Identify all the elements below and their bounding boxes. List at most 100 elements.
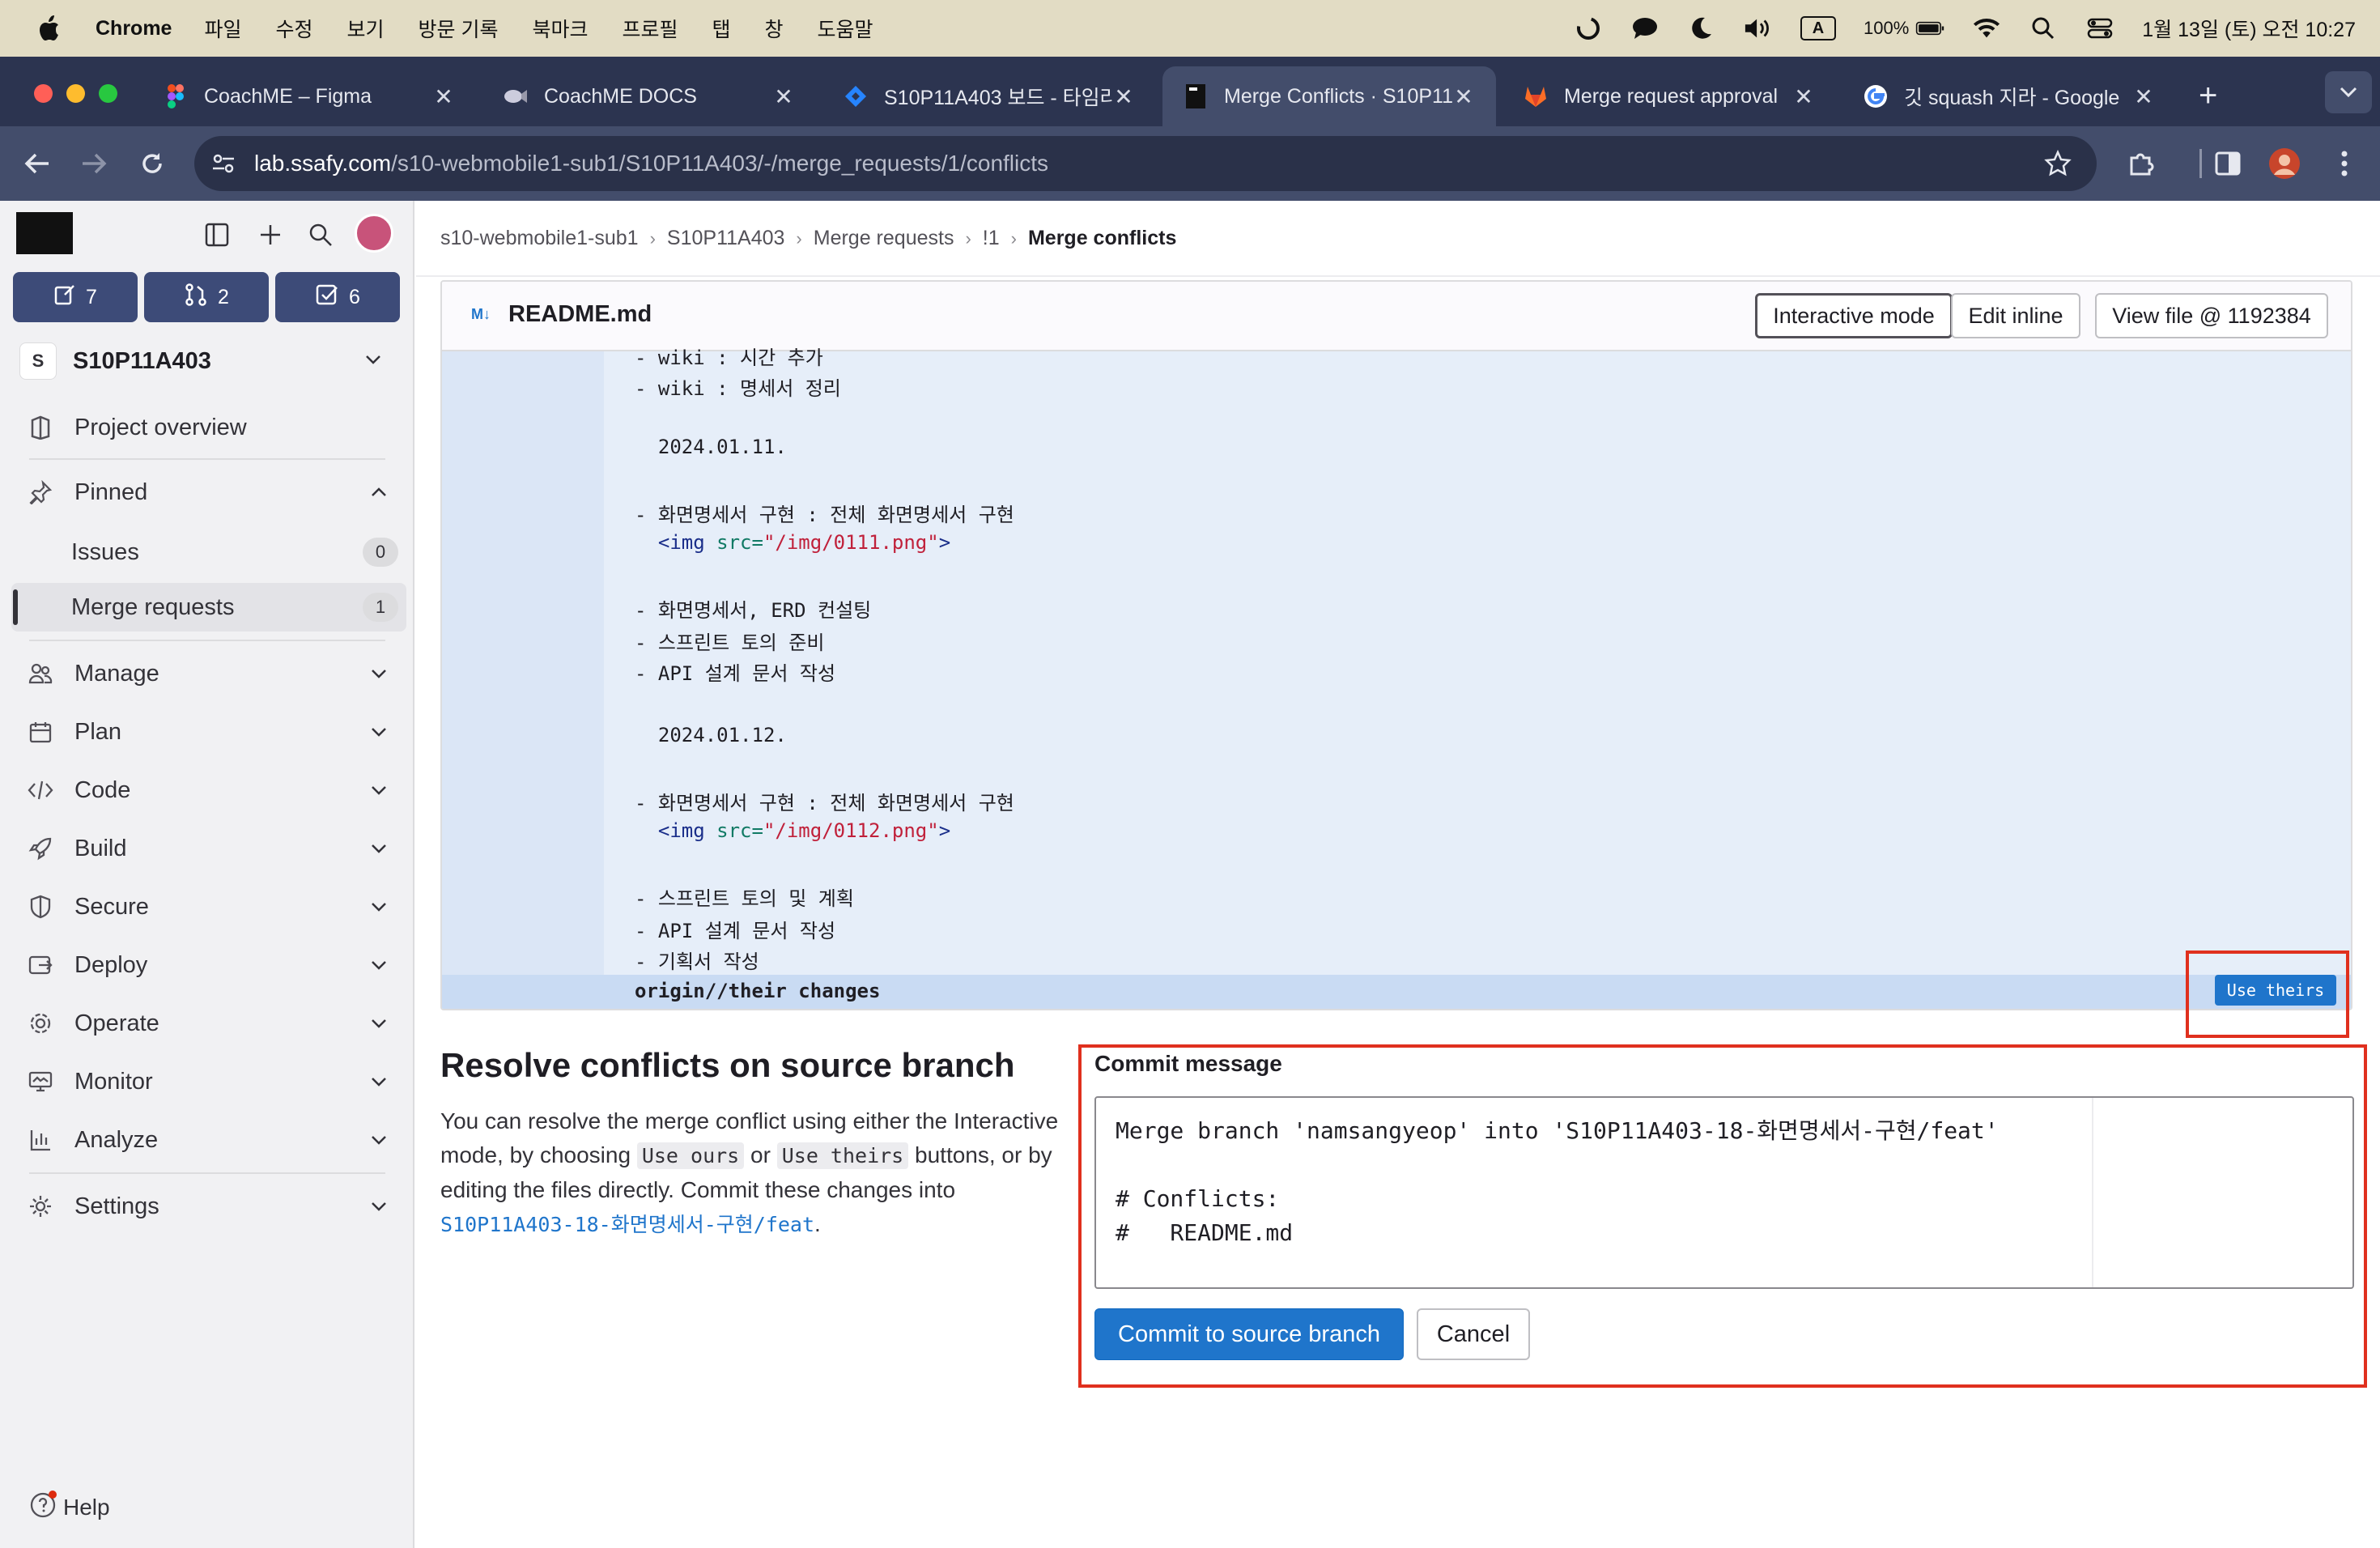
- project-switcher[interactable]: S S10P11A403: [11, 338, 403, 384]
- menu-help[interactable]: 도움말: [818, 14, 873, 43]
- menu-edit[interactable]: 수정: [275, 14, 312, 43]
- tab-close-icon[interactable]: ✕: [2132, 83, 2155, 110]
- new-tab-button[interactable]: +: [2199, 79, 2217, 112]
- menu-bookmarks[interactable]: 북마크: [532, 14, 588, 43]
- tab-close-icon[interactable]: ✕: [1452, 83, 1475, 110]
- window-minimize-button[interactable]: [66, 84, 85, 103]
- merge-requests-counter[interactable]: 2: [144, 272, 269, 322]
- todos-counter[interactable]: 6: [275, 272, 400, 322]
- sidebar-section-deploy[interactable]: Deploy: [11, 941, 403, 989]
- sidebar-section-plan[interactable]: Plan: [11, 708, 403, 756]
- search-icon[interactable]: [304, 219, 337, 251]
- toggle-sidebar-icon[interactable]: [201, 219, 233, 251]
- sidebar-item-label: Operate: [74, 1010, 159, 1036]
- sidebar-section-manage[interactable]: Manage: [11, 649, 403, 698]
- chevron-down-icon: [364, 717, 393, 746]
- browser-tab[interactable]: CoachME – Figma ✕: [142, 66, 476, 126]
- window-close-button[interactable]: [34, 84, 53, 103]
- menu-profiles[interactable]: 프로필: [622, 14, 678, 43]
- url-host: lab.ssafy.com: [254, 151, 392, 176]
- breadcrumb-current[interactable]: Merge conflicts: [1028, 227, 1176, 250]
- resolve-text-or: or: [750, 1142, 771, 1167]
- side-panel-icon[interactable]: [2208, 144, 2247, 183]
- reload-icon[interactable]: [133, 144, 172, 183]
- sidebar-section-operate[interactable]: Operate: [11, 999, 403, 1048]
- sidebar-section-settings[interactable]: Settings: [11, 1182, 403, 1231]
- breadcrumb-merge-requests[interactable]: Merge requests: [814, 227, 954, 250]
- menu-window[interactable]: 창: [765, 14, 784, 43]
- markdown-icon: M↓: [471, 306, 491, 322]
- breadcrumb-mr-id[interactable]: !1: [983, 227, 1000, 250]
- commit-to-source-branch-button[interactable]: Commit to source branch: [1094, 1308, 1404, 1360]
- back-arrow-icon[interactable]: [18, 144, 57, 183]
- apple-icon[interactable]: [31, 11, 66, 46]
- control-center-icon[interactable]: [2085, 14, 2114, 43]
- interactive-mode-button[interactable]: Interactive mode: [1755, 293, 1953, 338]
- assigned-issues-counter[interactable]: 7: [13, 272, 138, 322]
- sidebar-item-issues[interactable]: Issues 0: [11, 528, 406, 576]
- gitlab-sidebar: 7 2 6 S S10P11A403 Project overview Pinn…: [0, 201, 414, 1548]
- organization-logo[interactable]: [16, 212, 73, 254]
- code-line: - 스프린트 토의 준비: [635, 632, 825, 654]
- browser-tab-active[interactable]: Merge Conflicts · S10P11 ✕: [1162, 66, 1496, 126]
- extensions-icon[interactable]: [2121, 144, 2160, 183]
- code-line: - wiki : 시간 추가: [635, 347, 823, 369]
- wifi-icon[interactable]: [1972, 14, 2001, 43]
- html-tag: <img: [657, 531, 705, 554]
- menu-view[interactable]: 보기: [347, 14, 385, 43]
- tab-title: Merge Conflicts · S10P11: [1224, 84, 1452, 108]
- chevron-down-icon: [364, 834, 393, 863]
- window-zoom-button[interactable]: [99, 84, 117, 103]
- input-source-icon[interactable]: A: [1800, 16, 1836, 40]
- menubar-clock[interactable]: 1월 13일 (토) 오전 10:27: [2142, 14, 2356, 43]
- tab-close-icon[interactable]: ✕: [772, 83, 795, 110]
- focus-moon-icon[interactable]: [1687, 14, 1716, 43]
- forward-arrow-icon[interactable]: [74, 144, 113, 183]
- edit-inline-button[interactable]: Edit inline: [1951, 293, 2080, 338]
- tab-close-icon[interactable]: ✕: [1792, 83, 1815, 110]
- commit-message-textarea[interactable]: Merge branch 'namsangyeop' into 'S10P11A…: [1094, 1096, 2354, 1289]
- url-text[interactable]: lab.ssafy.com/s10-webmobile1-sub1/S10P11…: [254, 151, 1048, 176]
- cancel-button[interactable]: Cancel: [1417, 1308, 1530, 1360]
- sidebar-item-label: Build: [74, 835, 127, 861]
- chrome-menu-icon[interactable]: [2325, 144, 2364, 183]
- sidebar-section-secure[interactable]: Secure: [11, 882, 403, 931]
- tab-title: 깃 squash 지라 - Google: [1904, 87, 2120, 109]
- activity-icon[interactable]: [1574, 14, 1603, 43]
- browser-tab[interactable]: CoachME DOCS ✕: [482, 66, 816, 126]
- app-name[interactable]: Chrome: [96, 17, 172, 40]
- menu-history[interactable]: 방문 기록: [419, 14, 499, 43]
- volume-icon[interactable]: [1744, 14, 1773, 43]
- sidebar-section-build[interactable]: Build: [11, 824, 403, 873]
- sidebar-section-analyze[interactable]: Analyze: [11, 1116, 403, 1164]
- sidebar-item-label: Deploy: [74, 951, 148, 978]
- browser-tab[interactable]: Merge request approval ✕: [1502, 66, 1836, 126]
- messages-icon[interactable]: [1630, 14, 1660, 43]
- address-bar[interactable]: lab.ssafy.com/s10-webmobile1-sub1/S10P11…: [194, 136, 2097, 191]
- menu-file[interactable]: 파일: [204, 14, 241, 43]
- browser-tab[interactable]: S10P11A403 보드 - 타임라 ✕: [822, 66, 1156, 126]
- help-button[interactable]: Help: [29, 1490, 110, 1525]
- sidebar-section-pinned[interactable]: Pinned: [11, 468, 403, 517]
- menu-tab[interactable]: 탭: [712, 14, 731, 43]
- sidebar-item-label: Merge requests: [71, 593, 235, 620]
- user-avatar[interactable]: [355, 214, 393, 253]
- spotlight-search-icon[interactable]: [2029, 14, 2058, 43]
- view-file-button[interactable]: View file @ 1192384: [2095, 293, 2328, 338]
- sidebar-item-merge-requests[interactable]: Merge requests 1: [11, 583, 406, 632]
- breadcrumb-project[interactable]: S10P11A403: [667, 227, 785, 250]
- tab-search-button[interactable]: [2325, 71, 2372, 113]
- browser-tab[interactable]: 깃 squash 지라 - Google ✕: [1842, 66, 2176, 126]
- source-branch-link[interactable]: S10P11A403-18-화면명세서-구현/feat: [440, 1213, 814, 1236]
- tab-close-icon[interactable]: ✕: [432, 83, 455, 110]
- tab-close-icon[interactable]: ✕: [1112, 83, 1135, 110]
- battery-icon[interactable]: [1915, 14, 1944, 43]
- create-new-icon[interactable]: [254, 219, 287, 251]
- profile-avatar-icon[interactable]: [2265, 144, 2304, 183]
- site-settings-icon[interactable]: [207, 147, 240, 180]
- sidebar-section-code[interactable]: Code: [11, 766, 403, 814]
- sidebar-section-monitor[interactable]: Monitor: [11, 1057, 403, 1106]
- breadcrumb-group[interactable]: s10-webmobile1-sub1: [440, 227, 639, 250]
- bookmark-star-icon[interactable]: [2042, 147, 2074, 180]
- sidebar-item-project-overview[interactable]: Project overview: [11, 403, 403, 452]
